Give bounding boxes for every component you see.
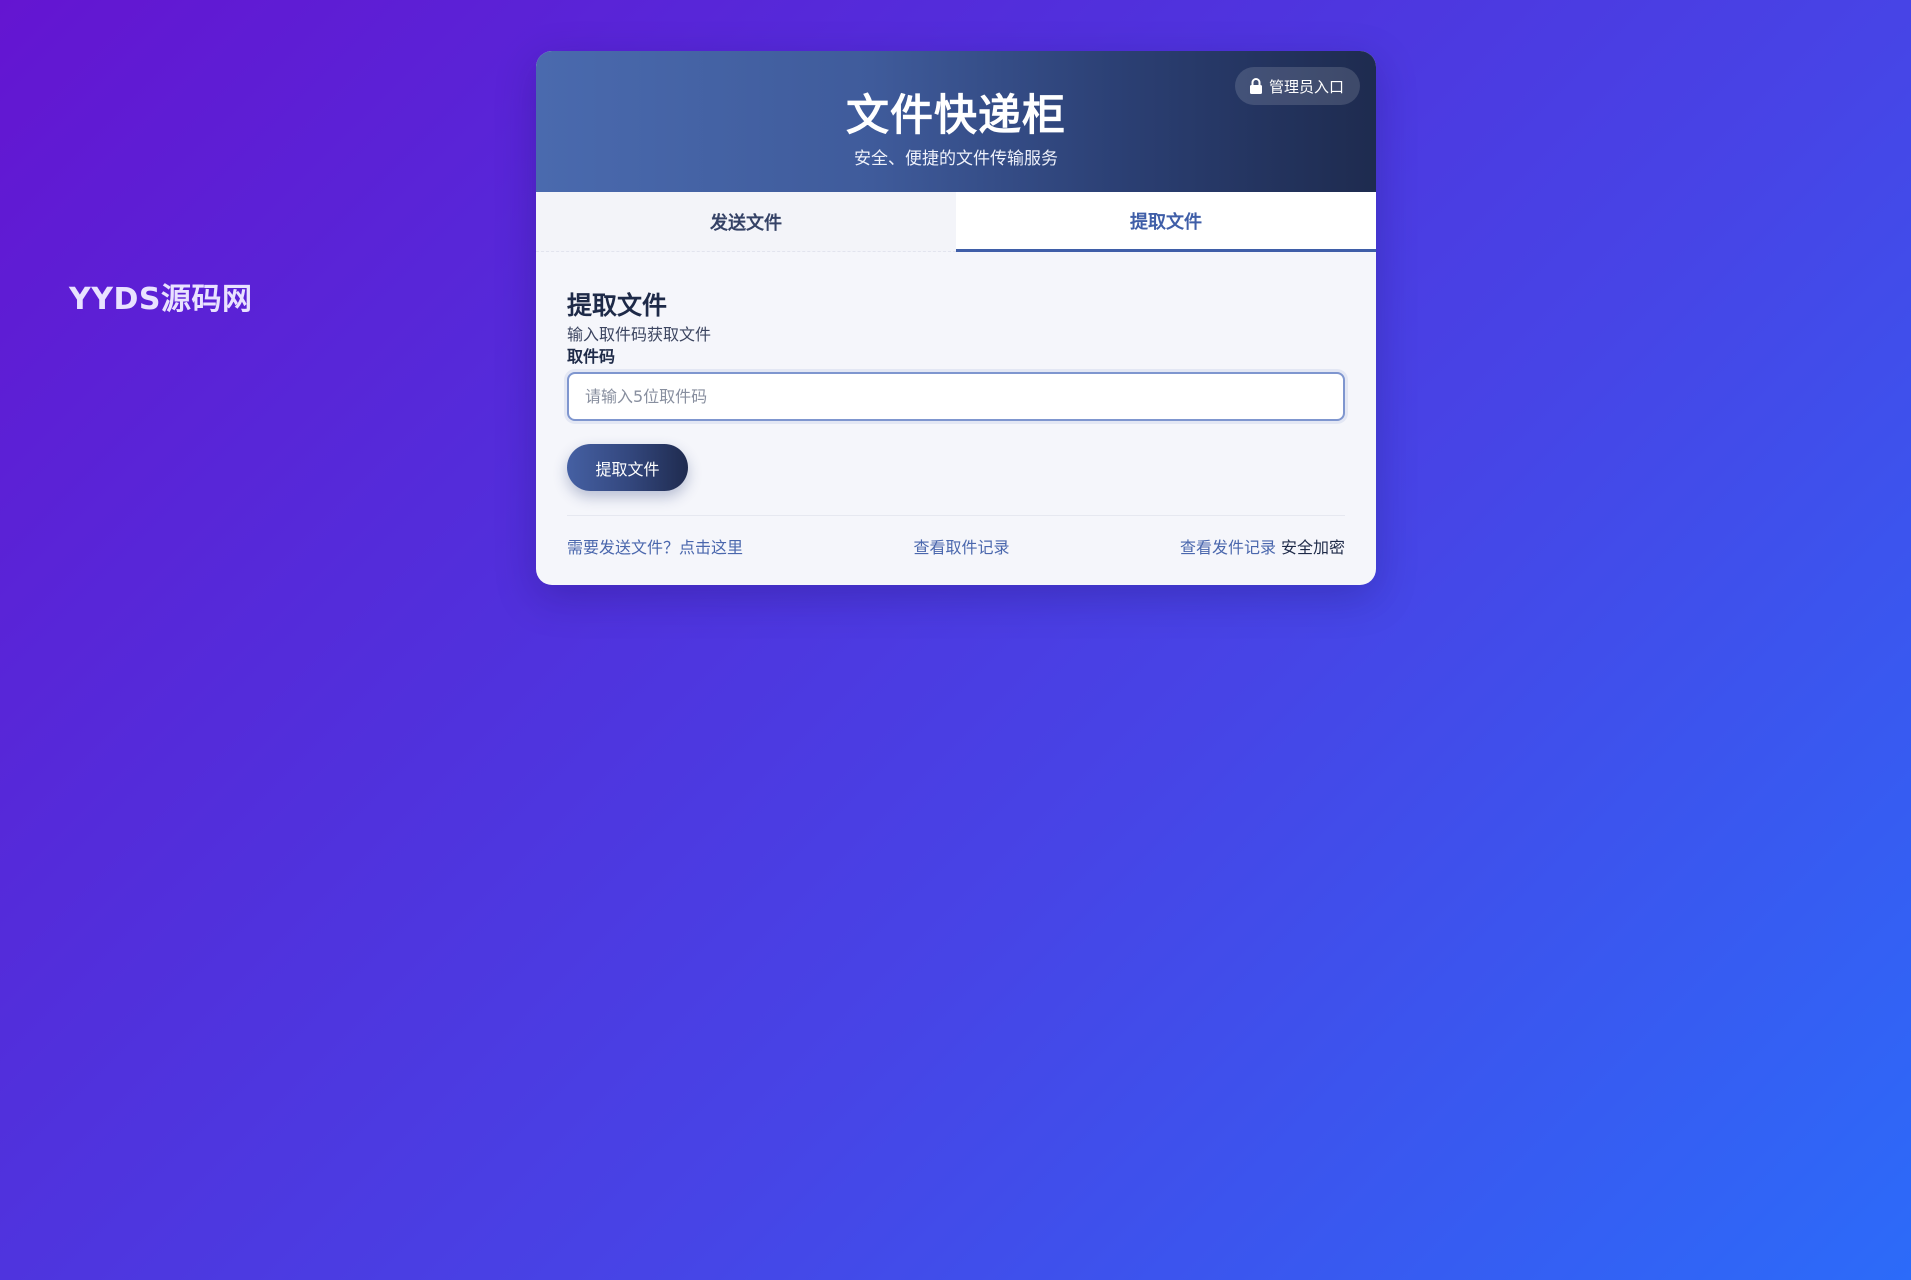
card-header: 文件快递柜 安全、便捷的文件传输服务 管理员入口 [536,51,1376,192]
footer-links: 需要发送文件？点击这里 查看取件记录 查看发件记录 安全加密 [567,534,1345,558]
brand-logo-text: YYDS源码网 [69,282,253,317]
pickup-code-label: 取件码 [567,347,616,366]
admin-entry-button[interactable]: 管理员入口 [1234,67,1360,105]
file-locker-card: 文件快递柜 安全、便捷的文件传输服务 管理员入口 发送文件 提取文件 提取文件 … [536,51,1376,585]
pickup-records-link[interactable]: 查看取件记录 [913,534,1009,558]
tab-bar: 发送文件 提取文件 [536,192,1376,252]
divider [567,515,1345,516]
section-title: 提取文件 [567,291,668,320]
tab-send-file[interactable]: 发送文件 [536,192,956,252]
section-description: 输入取件码获取文件 [567,325,712,344]
secure-encryption-text: 安全加密 [1280,538,1345,557]
pickup-file-button[interactable]: 提取文件 [567,444,688,491]
pickup-code-input[interactable] [567,372,1345,421]
send-file-link[interactable]: 需要发送文件？点击这里 [567,534,743,558]
footer-right-group: 查看发件记录 安全加密 [1180,534,1345,558]
page-subtitle: 安全、便捷的文件传输服务 [854,149,1058,169]
send-records-link[interactable]: 查看发件记录 [1180,534,1276,558]
tab-pickup-file[interactable]: 提取文件 [956,192,1376,252]
lock-icon [1249,78,1263,94]
admin-entry-label: 管理员入口 [1268,77,1344,96]
